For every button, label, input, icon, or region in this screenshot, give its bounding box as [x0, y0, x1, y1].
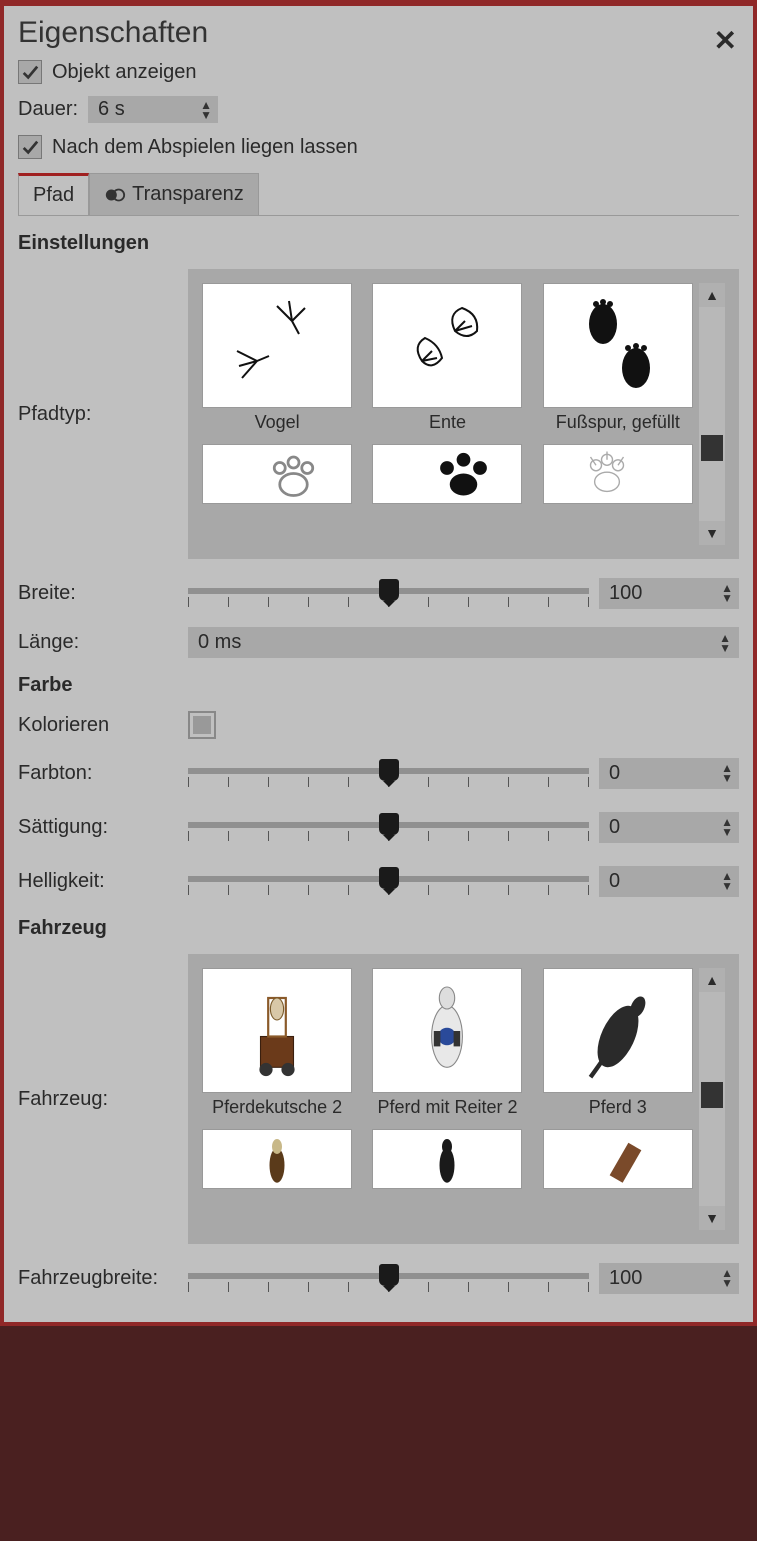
spinner-down-icon[interactable]: ▼: [721, 774, 733, 782]
transparency-icon: [104, 184, 126, 206]
saturation-value: 0: [609, 816, 620, 839]
path-type-caption: Vogel: [255, 412, 300, 434]
width-slider[interactable]: [188, 573, 589, 613]
tab-path-label: Pfad: [33, 184, 74, 207]
saturation-slider[interactable]: [188, 807, 589, 847]
spinner-down-icon[interactable]: ▼: [721, 594, 733, 602]
path-type-caption: Fußspur, gefüllt: [556, 412, 680, 434]
scroll-up-icon[interactable]: ▲: [705, 968, 719, 992]
saturation-label: Sättigung:: [18, 816, 188, 839]
hue-label: Farbton:: [18, 762, 188, 785]
spinner-down-icon[interactable]: ▼: [721, 1279, 733, 1287]
hue-slider[interactable]: [188, 753, 589, 793]
scroll-up-icon[interactable]: ▲: [705, 283, 719, 307]
vehicle-item-extra-3[interactable]: [543, 1129, 693, 1189]
vehicle-width-slider[interactable]: [188, 1258, 589, 1298]
leave-after-checkbox[interactable]: [18, 135, 42, 159]
brightness-label: Helligkeit:: [18, 870, 188, 893]
colorize-label: Kolorieren: [18, 714, 188, 737]
spinner-down-icon[interactable]: ▼: [721, 882, 733, 890]
path-type-item-paw-outline[interactable]: [202, 444, 352, 504]
vehicle-caption: Pferd 3: [589, 1097, 647, 1119]
spinner-down-icon[interactable]: ▼: [719, 644, 731, 652]
path-gallery-scrollbar[interactable]: ▲ ▼: [699, 283, 725, 545]
path-type-gallery: Vogel Ente: [188, 269, 739, 559]
path-type-label: Pfadtyp:: [18, 403, 188, 426]
length-label: Länge:: [18, 631, 188, 654]
leave-after-label: Nach dem Abspielen liegen lassen: [52, 136, 358, 159]
path-type-caption: Ente: [429, 412, 466, 434]
show-object-checkbox[interactable]: [18, 60, 42, 84]
scroll-down-icon[interactable]: ▼: [705, 1206, 719, 1230]
spinner-down-icon[interactable]: ▼: [200, 111, 212, 119]
vehicle-width-label: Fahrzeugbreite:: [18, 1267, 188, 1290]
tab-transparency-label: Transparenz: [132, 183, 244, 206]
color-heading: Farbe: [18, 674, 739, 697]
brightness-slider[interactable]: [188, 861, 589, 901]
width-label: Breite:: [18, 582, 188, 605]
hue-value: 0: [609, 762, 620, 785]
vehicle-gallery: Pferdekutsche 2 Pferd mit Reiter 2: [188, 954, 739, 1244]
color-swatch: [193, 716, 211, 734]
brightness-value-spinner[interactable]: 0 ▲▼: [599, 866, 739, 897]
brightness-value: 0: [609, 870, 620, 893]
tabs: Pfad Transparenz: [18, 173, 739, 216]
settings-heading: Einstellungen: [18, 232, 739, 255]
duration-spinner[interactable]: 6 s ▲ ▼: [88, 96, 218, 123]
path-type-item-paw-filled[interactable]: [372, 444, 522, 504]
duration-value: 6 s: [98, 98, 125, 121]
panel-title: Eigenschaften: [18, 16, 739, 50]
vehicle-width-value: 100: [609, 1267, 642, 1290]
vehicle-item-extra-1[interactable]: [202, 1129, 352, 1189]
duration-label: Dauer:: [18, 98, 78, 121]
tab-path[interactable]: Pfad: [18, 173, 89, 215]
length-spinner[interactable]: 0 ms ▲▼: [188, 627, 739, 658]
vehicle-label: Fahrzeug:: [18, 1088, 188, 1111]
vehicle-item-pferd3[interactable]: Pferd 3: [543, 968, 693, 1119]
vehicle-item-kutsche[interactable]: Pferdekutsche 2: [202, 968, 352, 1119]
vehicle-item-reiter[interactable]: Pferd mit Reiter 2: [372, 968, 522, 1119]
saturation-value-spinner[interactable]: 0 ▲▼: [599, 812, 739, 843]
vehicle-caption: Pferdekutsche 2: [212, 1097, 342, 1119]
path-type-item-vogel[interactable]: Vogel: [202, 283, 352, 434]
width-value: 100: [609, 582, 642, 605]
vehicle-width-value-spinner[interactable]: 100 ▲▼: [599, 1263, 739, 1294]
close-icon[interactable]: ✕: [714, 24, 737, 57]
scroll-handle[interactable]: [701, 1082, 723, 1108]
path-type-item-fussspur[interactable]: Fußspur, gefüllt: [543, 283, 693, 434]
length-value: 0 ms: [198, 631, 241, 654]
path-type-item-ente[interactable]: Ente: [372, 283, 522, 434]
spinner-down-icon[interactable]: ▼: [721, 828, 733, 836]
hue-value-spinner[interactable]: 0 ▲▼: [599, 758, 739, 789]
scroll-handle[interactable]: [701, 435, 723, 461]
colorize-checkbox[interactable]: [188, 711, 216, 739]
width-value-spinner[interactable]: 100 ▲▼: [599, 578, 739, 609]
vehicle-caption: Pferd mit Reiter 2: [377, 1097, 517, 1119]
path-type-item-paw-sketch[interactable]: [543, 444, 693, 504]
properties-panel: Eigenschaften ✕ Objekt anzeigen Dauer: 6…: [4, 6, 753, 1322]
vehicle-gallery-scrollbar[interactable]: ▲ ▼: [699, 968, 725, 1230]
vehicle-heading: Fahrzeug: [18, 917, 739, 940]
vehicle-item-extra-2[interactable]: [372, 1129, 522, 1189]
show-object-label: Objekt anzeigen: [52, 61, 197, 84]
tab-transparency[interactable]: Transparenz: [89, 173, 259, 215]
scroll-down-icon[interactable]: ▼: [705, 521, 719, 545]
